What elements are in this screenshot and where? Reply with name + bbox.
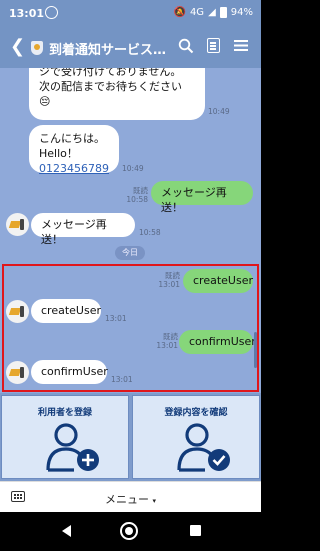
message-bubble-bot[interactable]: createUser xyxy=(31,299,101,323)
message-bubble-bot[interactable]: confirmUser xyxy=(31,360,108,384)
message-text: こんにちは。 xyxy=(39,132,105,145)
message-bubble-bot[interactable]: ジで受け付けておりません。 次の配信までお待ちください 😔 xyxy=(29,68,205,120)
hamburger-menu-icon[interactable] xyxy=(234,38,248,51)
read-label: 既読 xyxy=(133,186,148,195)
chat-header: ❮ 到着通知サービス_... xyxy=(0,28,261,68)
nav-back-icon[interactable] xyxy=(62,525,71,537)
message-time: 13:01 xyxy=(105,314,127,323)
input-bar: メニュー ▾ xyxy=(0,481,261,512)
message-time: 13:01 xyxy=(111,375,133,384)
mute-icon: 🔕 xyxy=(173,7,186,18)
message-time: 10:49 xyxy=(208,107,230,116)
message-text: ジで受け付けておりません。 xyxy=(39,68,182,78)
message-bubble-bot[interactable]: メッセージ再送！ xyxy=(31,213,135,246)
confirm-registration-button[interactable]: 登録内容を確認 xyxy=(132,395,260,479)
message-text: 次の配信までお待ちください xyxy=(39,80,182,93)
date-divider: 今日 xyxy=(115,246,145,260)
read-receipt: 既読 10:58 xyxy=(120,186,148,204)
status-time: 13:01 xyxy=(9,7,45,20)
back-arrow-icon[interactable]: ❮ xyxy=(10,36,25,57)
system-nav-bar xyxy=(0,512,261,551)
sync-icon xyxy=(45,6,58,19)
message-time: 13:01 xyxy=(158,280,180,289)
nav-recents-icon[interactable] xyxy=(190,525,201,536)
message-emoji: 😔 xyxy=(39,95,51,108)
message-bubble-me[interactable]: confirmUser xyxy=(179,330,256,354)
confirm-registration-label: 登録内容を確認 xyxy=(164,408,228,418)
menu-label: メニュー xyxy=(104,493,149,506)
message-text: Hello！ xyxy=(39,147,78,160)
message-time: 13:01 xyxy=(156,341,178,350)
notes-icon[interactable] xyxy=(207,38,220,53)
phone-link[interactable]: 0123456789 xyxy=(39,161,109,176)
menu-toggle[interactable]: メニュー ▾ xyxy=(0,491,261,507)
message-time: 10:49 xyxy=(122,164,144,173)
bot-avatar[interactable] xyxy=(6,361,29,384)
scrollbar-thumb[interactable] xyxy=(254,332,257,368)
status-indicators: 🔕 4G ◢ 94% xyxy=(173,7,253,18)
network-label: 4G xyxy=(189,7,205,18)
register-user-label: 利用者を登録 xyxy=(37,408,92,418)
read-label: 既読 xyxy=(163,332,178,341)
nav-home-icon[interactable] xyxy=(120,522,138,540)
chat-title[interactable]: 到着通知サービス_... xyxy=(49,39,169,58)
caret-down-icon: ▾ xyxy=(152,497,156,505)
add-user-icon xyxy=(46,423,99,472)
message-time: 10:58 xyxy=(139,228,161,237)
message-bubble-me[interactable]: createUser xyxy=(183,269,253,293)
search-icon[interactable] xyxy=(178,38,194,58)
register-user-button[interactable]: 利用者を登録 xyxy=(1,395,129,479)
message-time: 10:58 xyxy=(126,195,148,204)
status-bar: 13:01 🔕 4G ◢ 94% xyxy=(0,0,261,28)
bot-avatar[interactable] xyxy=(6,213,29,236)
bot-avatar[interactable] xyxy=(6,300,29,323)
chat-area[interactable]: ジで受け付けておりません。 次の配信までお待ちください 😔 10:49 こんにち… xyxy=(0,68,261,393)
read-label: 既読 xyxy=(165,271,180,280)
read-receipt: 既読 13:01 xyxy=(150,271,180,289)
user-check-icon xyxy=(177,423,230,472)
battery-level: 94% xyxy=(230,7,253,18)
message-bubble-me[interactable]: メッセージ再送！ xyxy=(151,181,253,214)
verified-badge-icon xyxy=(31,41,43,55)
message-bubble-bot[interactable]: こんにちは。 Hello！ 0123456789 xyxy=(29,125,119,176)
battery-icon xyxy=(219,7,227,18)
rich-menu: 利用者を登録 登録内容を確認 xyxy=(0,393,261,481)
read-receipt: 既読 13:01 xyxy=(148,332,178,350)
signal-icon: ◢ xyxy=(208,7,216,18)
